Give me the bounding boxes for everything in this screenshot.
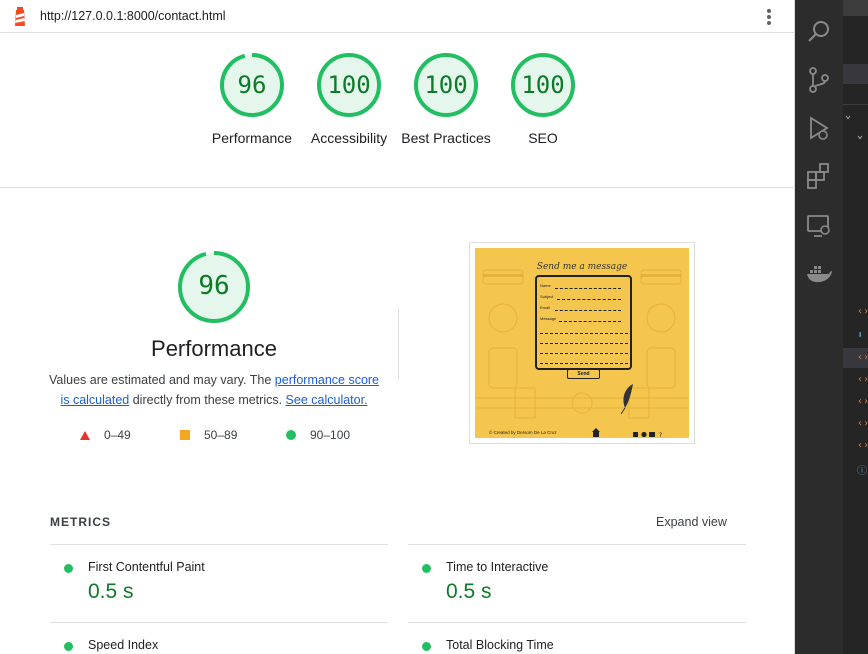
gauge-label: Accessibility — [310, 130, 388, 146]
form-send-button: Send — [567, 369, 600, 379]
metric-name: Total Blocking Time — [446, 638, 554, 652]
final-screenshot[interactable]: ? Send me a message Name Subject Email M… — [469, 242, 695, 444]
url-bar: http://127.0.0.1:8000/contact.html — [0, 0, 794, 33]
metric-divider — [408, 544, 746, 545]
activity-bar — [795, 0, 843, 654]
gauge-score: 100 — [327, 71, 371, 99]
extensions-icon[interactable] — [805, 162, 833, 190]
see-calculator-link[interactable]: See calculator. — [286, 393, 368, 407]
gauge-seo[interactable]: 100 SEO — [495, 52, 591, 148]
performance-main-gauge: 96 — [177, 250, 251, 324]
performance-title: Performance — [151, 336, 277, 361]
panel-divider — [843, 104, 868, 105]
metric-value: 0.5 s — [88, 580, 134, 603]
legend-range: 90–100 — [310, 428, 351, 442]
gauge-label: Performance — [211, 130, 293, 146]
metric-name: Time to Interactive — [446, 560, 549, 574]
performance-description: Values are estimated and may vary. The p… — [44, 370, 384, 410]
gauge-label: Best Practices — [401, 130, 491, 146]
html-file-icon[interactable]: ‹› — [857, 418, 868, 429]
selected-row — [843, 64, 868, 84]
screenshot-footer: © Created by Dersom De La Cruz — [475, 428, 689, 438]
square-icon — [180, 430, 190, 440]
form-label: Name — [540, 283, 551, 288]
legend-fail: 0–49 — [80, 428, 131, 442]
footer-credit: © Created by Dersom De La Cruz — [489, 430, 557, 435]
legend-range: 0–49 — [104, 428, 131, 442]
legend-average: 50–89 — [180, 428, 237, 442]
form-label: Message — [540, 316, 557, 321]
metric-name: First Contentful Paint — [88, 560, 205, 574]
source-control-icon[interactable] — [805, 66, 833, 94]
form-heading: Send me a message — [536, 262, 628, 272]
pass-icon — [422, 642, 431, 651]
html-file-icon[interactable]: ‹› — [857, 396, 868, 407]
lighthouse-logo-icon — [15, 7, 25, 26]
form-label: Subject — [540, 294, 554, 299]
gauge-performance[interactable]: 96 Performance — [204, 52, 300, 148]
legend-range: 50–89 — [204, 428, 238, 442]
pass-icon — [64, 642, 73, 651]
html-file-icon[interactable]: ‹› — [857, 306, 868, 317]
html-file-icon[interactable]: ‹› — [857, 374, 868, 385]
gauge-accessibility[interactable]: 100 Accessibility — [301, 52, 397, 148]
docker-icon[interactable] — [805, 260, 833, 288]
pass-icon — [64, 564, 73, 573]
chevron-down-icon[interactable]: ⌄ — [857, 130, 863, 141]
expand-view-button[interactable]: Expand view — [656, 515, 727, 529]
desc-text: Values are estimated and may vary. The — [48, 373, 275, 387]
metric-divider — [408, 622, 746, 623]
remote-explorer-icon[interactable] — [805, 212, 833, 240]
vertical-divider — [398, 308, 399, 380]
info-file-icon[interactable]: ⓘ — [857, 462, 867, 477]
metrics-heading: METRICS — [50, 515, 111, 529]
more-options-icon[interactable] — [762, 7, 776, 27]
gauge-score: 96 — [237, 71, 267, 99]
performance-score: 96 — [198, 271, 230, 301]
lighthouse-report: http://127.0.0.1:8000/contact.html 96 Pe… — [0, 0, 795, 654]
search-icon[interactable] — [805, 18, 833, 46]
editor-sidebar-edge: ⌄ ⌄ ‹› ⬇ ‹› ‹› ‹› ‹› ‹› ⓘ — [843, 0, 868, 654]
desc-text: directly from these metrics. — [129, 393, 286, 407]
divider — [0, 187, 794, 188]
pass-icon — [422, 564, 431, 573]
form-label: Email — [540, 305, 551, 310]
circle-icon — [286, 430, 296, 440]
metric-name: Speed Index — [88, 638, 159, 652]
html-file-icon[interactable]: ‹› — [857, 440, 868, 451]
metric-value: 0.5 s — [446, 580, 492, 603]
contact-form: Name Subject Email Message — [535, 275, 632, 370]
chevron-down-icon[interactable]: ⌄ — [845, 110, 851, 121]
gauge-best-practices[interactable]: 100 Best Practices — [398, 52, 494, 148]
run-debug-icon[interactable] — [805, 114, 833, 142]
triangle-icon — [80, 430, 90, 440]
screenshot-image: ? Send me a message Name Subject Email M… — [475, 248, 689, 438]
gauge-score: 100 — [424, 71, 468, 99]
gauge-label: SEO — [528, 130, 558, 146]
metric-divider — [50, 622, 388, 623]
download-file-icon[interactable]: ⬇ — [857, 330, 863, 341]
legend-pass: 90–100 — [286, 428, 350, 442]
gauge-score: 100 — [521, 71, 565, 99]
panel-header — [843, 0, 868, 16]
report-url[interactable]: http://127.0.0.1:8000/contact.html — [40, 9, 226, 23]
html-file-icon[interactable]: ‹› — [857, 352, 868, 363]
metric-divider — [50, 544, 388, 545]
